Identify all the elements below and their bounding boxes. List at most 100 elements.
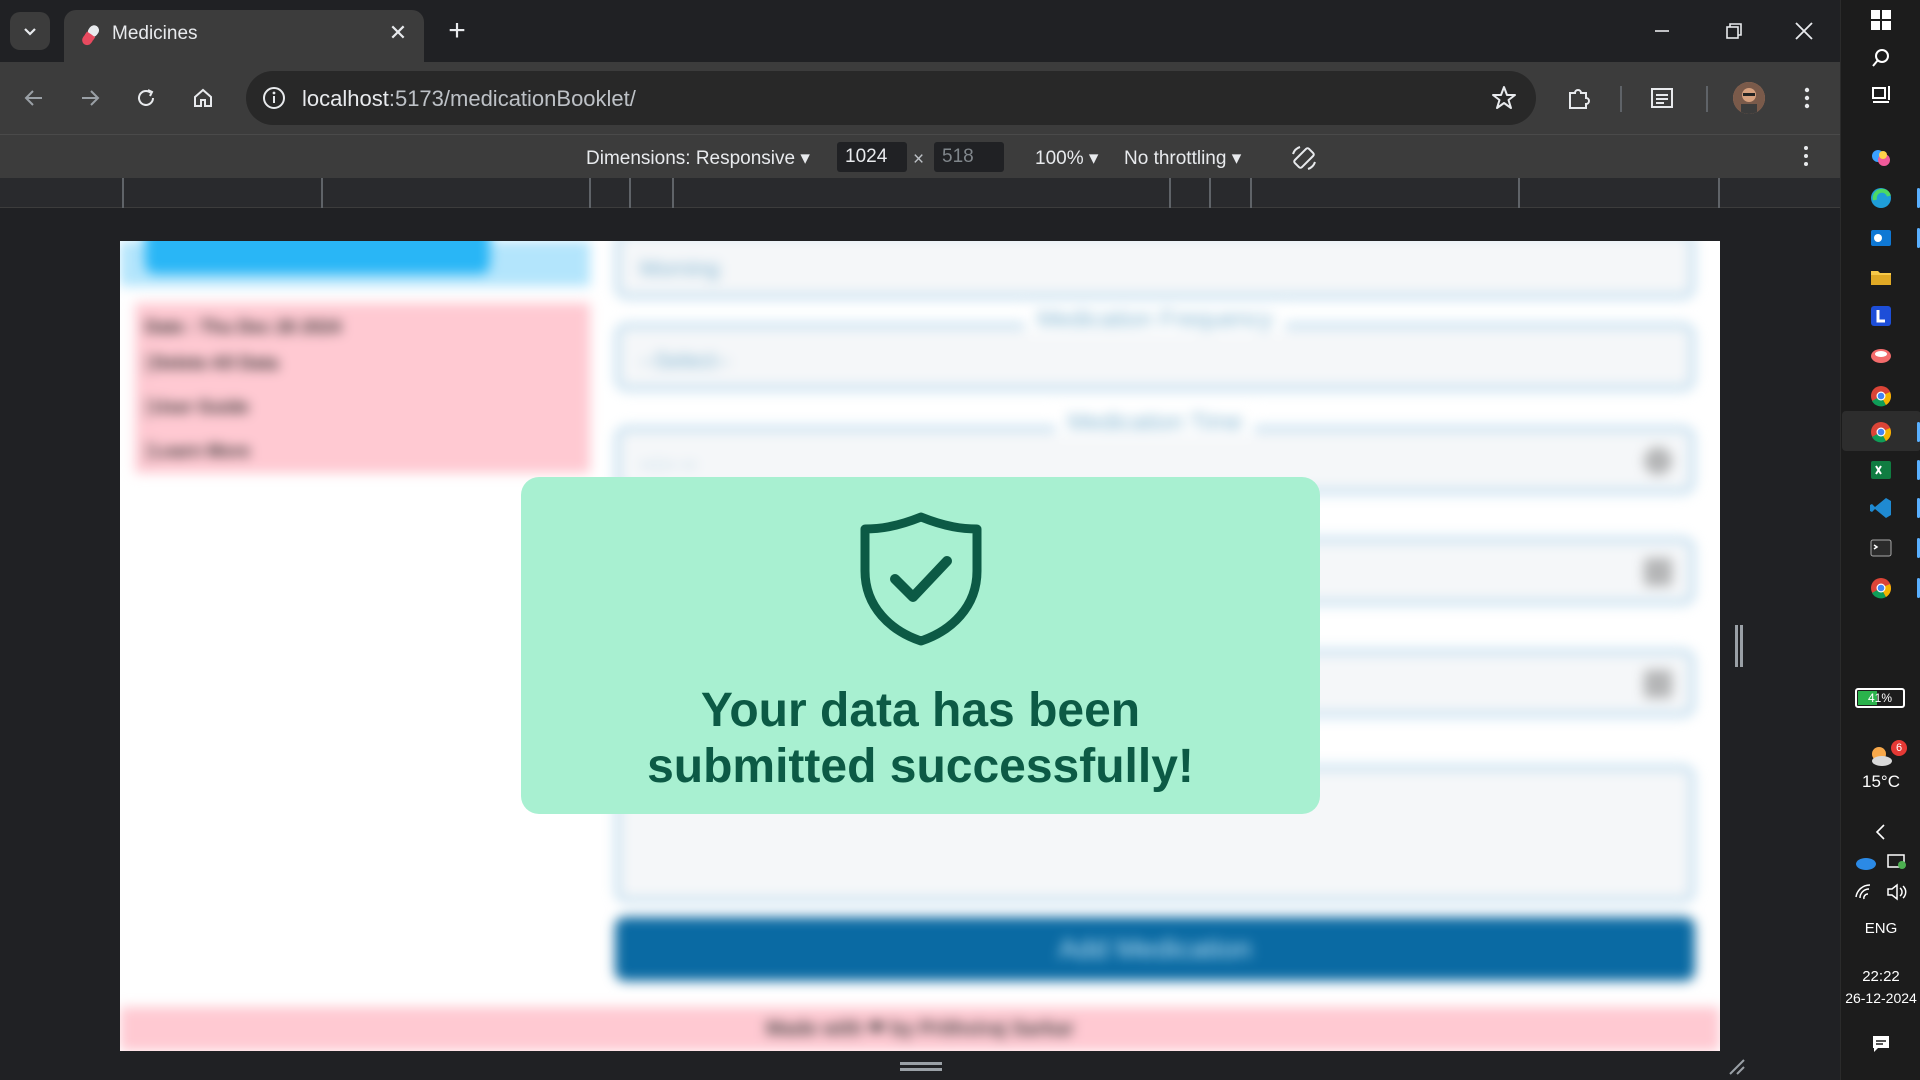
rotate-icon[interactable] bbox=[1290, 144, 1318, 172]
puzzle-icon bbox=[1569, 89, 1590, 109]
browser-menu-button[interactable] bbox=[1787, 78, 1827, 118]
app-tray-icon[interactable] bbox=[1883, 848, 1911, 876]
reading-list-button[interactable] bbox=[1642, 78, 1682, 118]
onedrive-icon[interactable] bbox=[1851, 848, 1879, 876]
file-explorer-icon[interactable] bbox=[1867, 263, 1895, 291]
notifications-icon[interactable] bbox=[1867, 1030, 1895, 1058]
close-window-button[interactable] bbox=[1782, 12, 1826, 50]
throttling-dropdown[interactable]: No throttling ▾ bbox=[1124, 147, 1241, 170]
viewport-resize-handle-bottom[interactable] bbox=[900, 1062, 942, 1071]
back-button[interactable] bbox=[14, 78, 54, 118]
kebab-menu-icon bbox=[1804, 87, 1810, 109]
excel-icon[interactable] bbox=[1867, 456, 1895, 484]
ruler-tick bbox=[1250, 178, 1252, 208]
shield-check-icon bbox=[860, 512, 982, 646]
menu-date: Date : Thu Dec 26 2024 bbox=[145, 317, 342, 337]
task-view-icon[interactable] bbox=[1867, 80, 1895, 108]
device-toolbar-more-icon[interactable] bbox=[1803, 145, 1809, 167]
page-top-button[interactable] bbox=[145, 241, 490, 274]
resize-corner-icon[interactable] bbox=[1726, 1056, 1746, 1076]
dimensions-dropdown[interactable]: Dimensions: Responsive ▾ bbox=[586, 147, 810, 170]
viewport-width-input[interactable]: 1024 bbox=[837, 142, 907, 172]
restore-button[interactable] bbox=[1712, 12, 1756, 50]
terminal-icon[interactable] bbox=[1867, 534, 1895, 562]
clock-date[interactable]: 26-12-2024 bbox=[1841, 990, 1920, 1006]
restore-icon bbox=[1726, 23, 1742, 39]
ruler-tick bbox=[629, 178, 631, 208]
tab-medicines[interactable]: Medicines ✕ bbox=[64, 10, 424, 62]
chrome-icon[interactable] bbox=[1867, 382, 1895, 410]
forward-button[interactable] bbox=[70, 78, 110, 118]
clock-icon[interactable] bbox=[1644, 447, 1672, 475]
show-hidden-icons-chevron-icon[interactable] bbox=[1867, 818, 1895, 846]
tab-search-button[interactable] bbox=[10, 12, 50, 50]
success-message: Your data has been submitted successfull… bbox=[521, 683, 1320, 795]
url-host: localhost bbox=[302, 86, 389, 111]
minimize-button[interactable] bbox=[1640, 12, 1684, 50]
toolbar-divider bbox=[1620, 86, 1622, 112]
frequency-select[interactable]: Medication Frequency --Select-- bbox=[615, 306, 1695, 391]
ruler-tick bbox=[1518, 178, 1520, 208]
add-medication-button[interactable]: Add Medication bbox=[615, 917, 1695, 981]
volume-icon[interactable] bbox=[1883, 878, 1911, 906]
time-placeholder: --:-- -- bbox=[640, 451, 697, 476]
avatar-image bbox=[1733, 82, 1765, 114]
reload-icon bbox=[138, 89, 154, 106]
chevron-down-icon bbox=[24, 28, 36, 36]
home-button[interactable] bbox=[183, 78, 223, 118]
minimize-icon bbox=[1655, 30, 1669, 32]
toolbar-divider bbox=[1706, 86, 1708, 112]
media-query-ruler bbox=[0, 178, 1840, 208]
new-tab-button[interactable]: + bbox=[440, 14, 474, 48]
arrow-left-icon bbox=[24, 90, 42, 106]
battery-indicator[interactable]: 41% bbox=[1855, 688, 1905, 708]
viewport-height-input[interactable]: 518 bbox=[934, 142, 1004, 172]
home-icon bbox=[194, 88, 212, 107]
frequency-placeholder: --Select-- bbox=[640, 348, 731, 373]
clock-time[interactable]: 22:22 bbox=[1841, 968, 1920, 985]
reload-button[interactable] bbox=[126, 78, 166, 118]
ruler-tick bbox=[589, 178, 591, 208]
chrome-profile-icon[interactable] bbox=[1867, 418, 1895, 446]
vscode-icon[interactable] bbox=[1867, 494, 1895, 522]
medication-field-1[interactable]: Morning bbox=[615, 241, 1695, 299]
profile-avatar[interactable] bbox=[1733, 82, 1765, 114]
bookmark-star-icon[interactable] bbox=[1490, 84, 1518, 112]
wifi-icon[interactable] bbox=[1851, 878, 1879, 906]
sticky-app-icon[interactable] bbox=[1867, 342, 1895, 370]
site-info-icon[interactable] bbox=[260, 84, 288, 112]
tab-strip: Medicines ✕ + bbox=[0, 0, 1840, 62]
device-toolbar: Dimensions: Responsive ▾ 1024 × 518 100%… bbox=[0, 134, 1840, 178]
side-panel-icon bbox=[1651, 88, 1673, 108]
zoom-dropdown[interactable]: 100% ▾ bbox=[1035, 147, 1098, 170]
copilot-icon[interactable] bbox=[1867, 144, 1895, 172]
viewport-resize-handle-right[interactable] bbox=[1735, 625, 1743, 667]
address-bar[interactable]: localhost:5173/medicationBooklet/ bbox=[246, 71, 1536, 125]
close-icon bbox=[1795, 22, 1813, 40]
outlook-icon[interactable] bbox=[1867, 224, 1895, 252]
time-label: Medication Time bbox=[620, 409, 1690, 437]
calendar-icon[interactable] bbox=[1644, 670, 1672, 698]
success-message-line-1: Your data has been bbox=[700, 684, 1141, 737]
browser-toolbar: localhost:5173/medicationBooklet/ bbox=[0, 62, 1840, 134]
url-path: :5173/medicationBooklet/ bbox=[388, 86, 636, 111]
calendar-icon[interactable] bbox=[1644, 558, 1672, 586]
edge-icon[interactable] bbox=[1867, 184, 1895, 212]
pill-icon bbox=[82, 25, 100, 46]
windows-start-icon[interactable] bbox=[1867, 6, 1895, 34]
menu-item-user-guide[interactable]: User Guide bbox=[147, 397, 249, 418]
zoom-label: 100% bbox=[1035, 148, 1084, 169]
language-indicator[interactable]: ENG bbox=[1841, 920, 1920, 937]
weather-temperature: 15°C bbox=[1862, 772, 1900, 791]
extensions-button[interactable] bbox=[1559, 78, 1599, 118]
tab-close-icon[interactable]: ✕ bbox=[386, 21, 410, 45]
throttling-label: No throttling bbox=[1124, 148, 1227, 169]
tab-title: Medicines bbox=[112, 23, 198, 44]
ruler-tick bbox=[672, 178, 674, 208]
search-icon[interactable] bbox=[1867, 44, 1895, 72]
success-message-line-2: submitted successfully! bbox=[647, 740, 1194, 793]
menu-item-delete-all[interactable]: Delete All Data bbox=[147, 353, 278, 374]
app-l-icon[interactable] bbox=[1867, 302, 1895, 330]
chrome-icon-2[interactable] bbox=[1867, 574, 1895, 602]
menu-item-learn-more[interactable]: Learn More bbox=[147, 441, 250, 462]
